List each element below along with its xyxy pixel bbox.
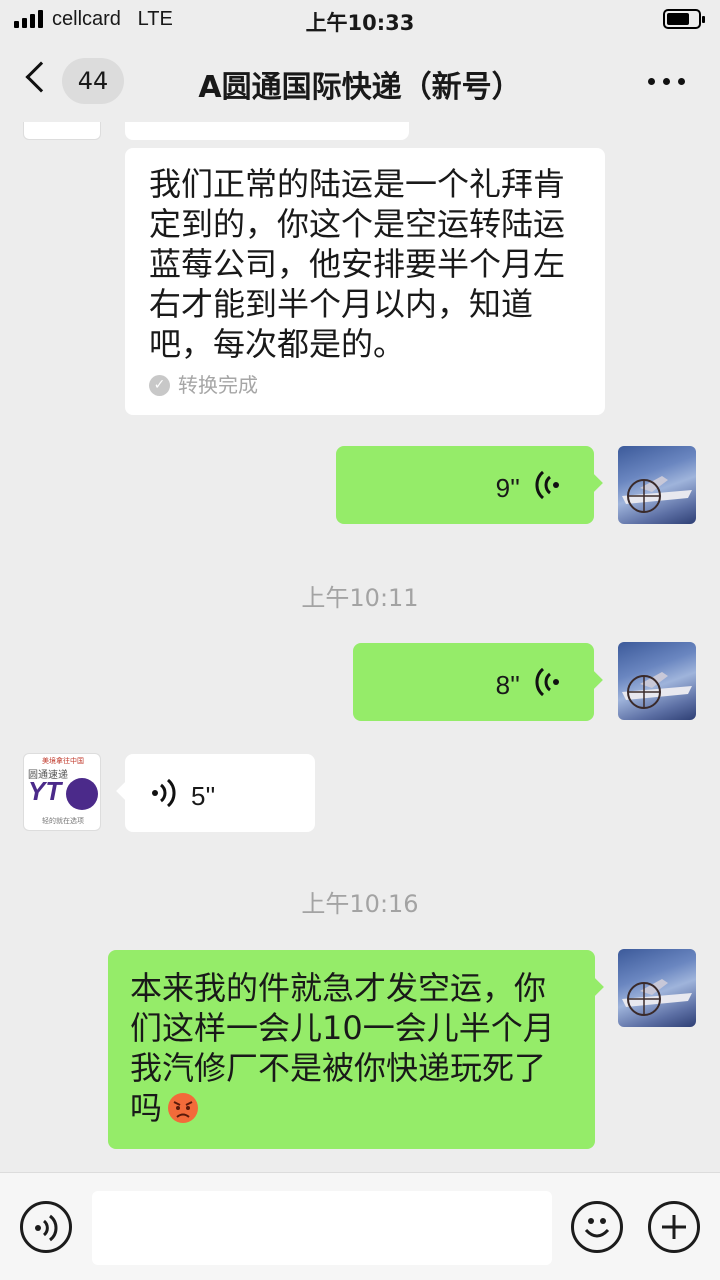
check-circle-icon: ✓	[149, 374, 170, 396]
plane-photo-icon	[622, 672, 692, 709]
message-line: 吗	[130, 1089, 163, 1127]
contact-avatar[interactable]: 美境拿往中国 圆通速递 YT 轻的就在选项	[23, 753, 101, 831]
voice-duration: 9''	[495, 473, 520, 503]
message-line: 我汽修厂不是被你快递玩死了	[130, 1049, 547, 1087]
yto-logo-circle-icon	[66, 778, 98, 810]
voice-wave-icon	[152, 778, 176, 808]
my-avatar[interactable]	[618, 949, 696, 1027]
my-avatar[interactable]	[618, 642, 696, 720]
status-bar: cellcard LTE 上午10:33	[0, 0, 720, 40]
message-input[interactable]	[92, 1191, 552, 1265]
voice-input-button[interactable]	[20, 1201, 72, 1253]
my-avatar[interactable]	[618, 446, 696, 524]
message-list[interactable]: 我们正常的陆运是一个礼拜肯 定到的，你这个是空运转陆运 蓝莓公司，他安排要半个月…	[0, 122, 720, 1172]
emoji-button[interactable]	[571, 1201, 623, 1253]
message-bubble-partial	[125, 122, 409, 140]
message-bubble[interactable]: 我们正常的陆运是一个礼拜肯 定到的，你这个是空运转陆运 蓝莓公司，他安排要半个月…	[125, 148, 605, 415]
transcribe-status: ✓ 转换完成	[149, 370, 581, 400]
battery-icon	[663, 9, 705, 29]
more-options-icon[interactable]	[648, 78, 688, 86]
voice-wave-icon	[535, 667, 559, 697]
angry-face-emoji-icon	[168, 1093, 199, 1123]
more-functions-button[interactable]	[648, 1201, 700, 1253]
message-line: 们这样一会儿10一会儿半个月	[130, 1009, 555, 1047]
timestamp: 上午10:16	[301, 890, 419, 918]
voice-message-bubble[interactable]: 5''	[116, 754, 315, 832]
yto-logo-text: YT	[28, 776, 62, 806]
message-line: 定到的，你这个是空运转陆运	[149, 205, 566, 243]
message-line: 吧，每次都是的。	[149, 325, 406, 363]
message-line: 本来我的件就急才发空运，你	[130, 969, 547, 1007]
voice-wave-icon	[535, 470, 559, 500]
plane-photo-icon	[622, 476, 692, 513]
voice-message-bubble[interactable]: 8''	[353, 643, 603, 721]
message-line: 我们正常的陆运是一个礼拜肯	[149, 165, 566, 203]
voice-mode-icon	[35, 1214, 58, 1242]
input-bar	[0, 1172, 720, 1280]
contact-avatar[interactable]	[23, 122, 101, 140]
voice-duration: 5''	[191, 781, 216, 811]
chat-title: A圆通国际快递（新号）	[198, 70, 522, 105]
timestamp: 上午10:11	[301, 584, 419, 612]
voice-message-bubble[interactable]: 9''	[336, 446, 603, 524]
voice-duration: 8''	[495, 670, 520, 700]
chat-header: 44 A圆通国际快递（新号）	[0, 40, 720, 122]
status-clock: 上午10:33	[305, 11, 415, 35]
smiley-icon	[584, 1218, 610, 1238]
avatar-top-text: 美境拿往中国	[42, 757, 84, 765]
avatar-bottom-text: 轻的就在选项	[42, 817, 84, 825]
plus-icon	[662, 1215, 686, 1239]
message-bubble[interactable]: 本来我的件就急才发空运，你 们这样一会儿10一会儿半个月 我汽修厂不是被你快递玩…	[108, 950, 604, 1149]
message-line: 右才能到半个月以内，知道	[149, 285, 534, 323]
plane-photo-icon	[622, 979, 692, 1016]
transcribe-status-label: 转换完成	[178, 373, 258, 397]
message-line: 蓝莓公司，他安排要半个月左	[149, 245, 566, 283]
